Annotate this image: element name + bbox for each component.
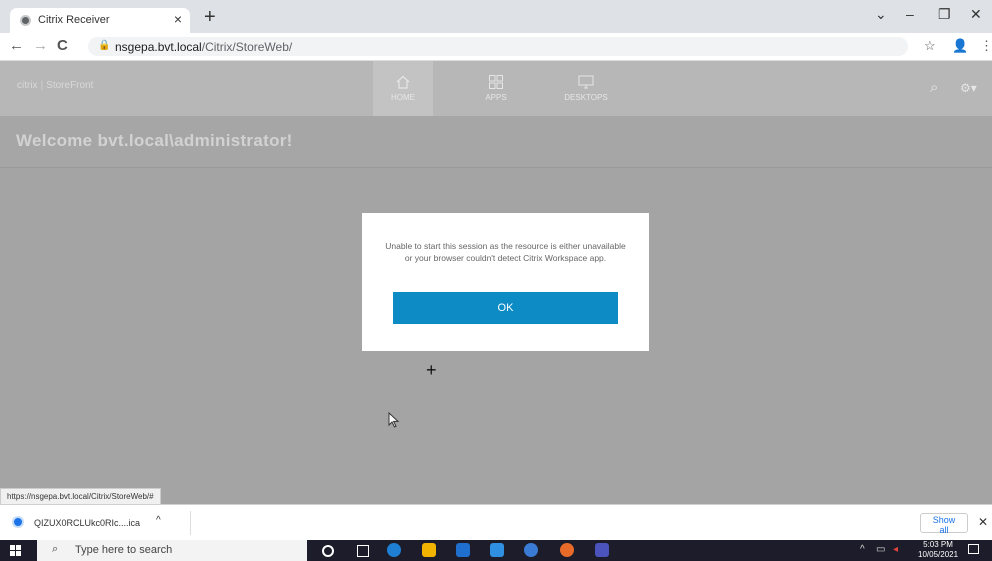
- home-icon: [396, 75, 410, 89]
- nav-tab-label: DESKTOPS: [564, 93, 608, 102]
- citrix-favicon-icon: [20, 15, 31, 26]
- browser-menu-icon[interactable]: ⋮: [980, 38, 992, 54]
- mouse-pointer-icon: [388, 412, 400, 428]
- apps-grid-icon: [489, 75, 503, 89]
- browser-app-icon[interactable]: [524, 543, 538, 557]
- url-path: /Citrix/StoreWeb/: [201, 40, 293, 54]
- error-dialog: Unable to start this session as the reso…: [362, 213, 649, 351]
- volume-icon[interactable]: ◂: [893, 544, 898, 555]
- address-bar[interactable]: 🔒 nsgepa.bvt.local/Citrix/StoreWeb/: [88, 37, 908, 56]
- welcome-text: Welcome bvt.local\administrator!: [16, 131, 293, 150]
- back-button[interactable]: ←: [9, 37, 24, 54]
- status-bar-url: https://nsgepa.bvt.local/Citrix/StoreWeb…: [0, 488, 161, 505]
- windows-taskbar: ⌕ Type here to search ^ ▭ ◂ 5:03 PM 10/0…: [0, 540, 992, 561]
- window-close-button[interactable]: ✕: [970, 6, 982, 23]
- new-tab-button[interactable]: +: [204, 6, 216, 29]
- browser-tab-strip: Citrix Receiver × + ⌄ – ❐ ✕: [0, 0, 992, 33]
- crosshair-cursor-icon: +: [426, 360, 437, 380]
- nav-tab-label: HOME: [391, 93, 415, 102]
- teams-icon[interactable]: [595, 543, 609, 557]
- cortana-icon[interactable]: [322, 545, 334, 557]
- nav-tab-label: APPS: [485, 93, 507, 102]
- welcome-bar: Welcome bvt.local\administrator!: [0, 116, 992, 168]
- mail-icon[interactable]: [490, 543, 504, 557]
- forward-button[interactable]: →: [33, 37, 48, 54]
- desktop-icon: [578, 75, 594, 89]
- download-item[interactable]: QIZUX0RCLUkc0RIc....ica ^: [8, 511, 191, 535]
- tab-search-chevron-icon[interactable]: ⌄: [875, 6, 887, 23]
- bookmark-star-icon[interactable]: ☆: [924, 38, 936, 54]
- notification-icon[interactable]: [968, 544, 979, 554]
- download-shelf: QIZUX0RCLUkc0RIc....ica ^ Show all ✕: [0, 504, 992, 541]
- dialog-message: Unable to start this session as the reso…: [385, 241, 626, 263]
- store-icon[interactable]: [456, 543, 470, 557]
- download-file-name: QIZUX0RCLUkc0RIc....ica: [34, 518, 141, 528]
- storefront-logo: citrix | StoreFront: [17, 80, 94, 91]
- clock-date: 10/05/2021: [918, 550, 959, 559]
- address-url[interactable]: nsgepa.bvt.local/Citrix/StoreWeb/: [115, 40, 292, 54]
- lock-icon: 🔒: [98, 40, 111, 51]
- search-icon: ⌕: [52, 543, 59, 555]
- settings-icon[interactable]: ⚙▾: [960, 81, 977, 95]
- storefront-header: citrix | StoreFront HOME APPS DESKTOPS ⌕ ⚙…: [0, 61, 992, 116]
- restore-button[interactable]: ❐: [938, 6, 951, 23]
- firefox-icon[interactable]: [560, 543, 574, 557]
- edge-icon[interactable]: [387, 543, 401, 557]
- chevron-up-icon[interactable]: ^: [156, 515, 161, 526]
- taskbar-clock[interactable]: 5:03 PM 10/05/2021: [918, 540, 958, 560]
- network-icon[interactable]: ▭: [876, 544, 885, 555]
- windows-start-icon[interactable]: [10, 545, 22, 557]
- ica-file-icon: [12, 516, 24, 528]
- nav-tab-home[interactable]: HOME: [373, 61, 433, 116]
- show-all-button[interactable]: Show all: [920, 513, 968, 535]
- browser-toolbar: ← → C 🔒 nsgepa.bvt.local/Citrix/StoreWeb…: [0, 33, 992, 61]
- close-shelf-icon[interactable]: ✕: [978, 515, 988, 529]
- task-view-icon[interactable]: [357, 545, 369, 557]
- profile-icon[interactable]: 👤: [952, 38, 968, 54]
- file-explorer-icon[interactable]: [422, 543, 436, 557]
- nav-tab-desktops[interactable]: DESKTOPS: [556, 61, 616, 116]
- url-host: nsgepa.bvt.local: [115, 40, 202, 54]
- ok-button[interactable]: OK: [393, 292, 618, 324]
- reload-button[interactable]: C: [57, 37, 68, 54]
- tray-chevron-icon[interactable]: ^: [860, 544, 865, 555]
- tab-close-icon[interactable]: ×: [174, 11, 182, 27]
- minimize-button[interactable]: –: [906, 6, 914, 22]
- clock-time: 5:03 PM: [923, 540, 953, 549]
- browser-tab[interactable]: Citrix Receiver ×: [10, 8, 190, 33]
- tab-title: Citrix Receiver: [38, 14, 110, 26]
- logo-product: StoreFront: [46, 80, 94, 91]
- search-icon[interactable]: ⌕: [930, 79, 938, 96]
- logo-brand: citrix: [17, 80, 38, 91]
- nav-tab-apps[interactable]: APPS: [466, 61, 526, 116]
- search-placeholder: Type here to search: [75, 544, 173, 556]
- taskbar-search-box[interactable]: ⌕ Type here to search: [37, 540, 307, 561]
